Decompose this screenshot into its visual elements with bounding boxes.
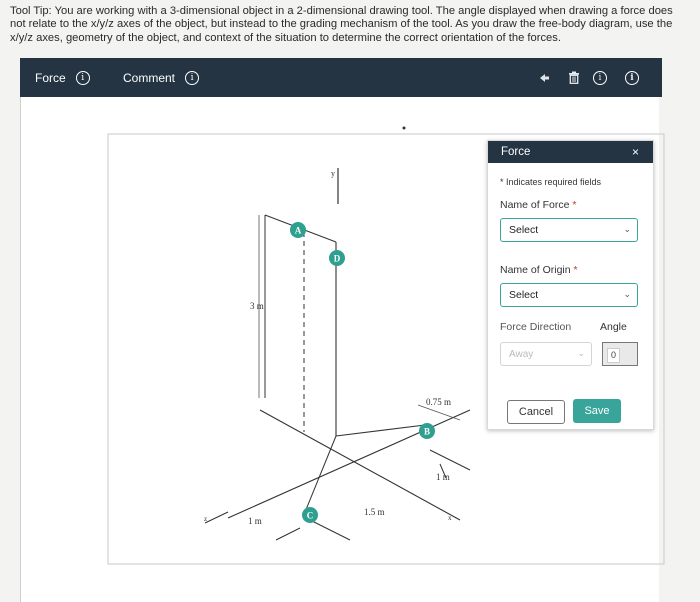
z-axis-label: z [204,515,207,523]
angle-input[interactable]: 0 [602,342,638,366]
dim-3m: 3 m [250,301,264,311]
point-b-marker[interactable]: B [419,423,435,439]
chevron-down-icon: ⌄ [623,224,631,234]
dim-1m-b: 1 m [436,472,450,482]
name-of-force-label: Name of Force * [500,199,577,211]
force-direction-label: Force Direction [500,321,572,333]
angle-label: Angle [600,321,627,333]
name-of-origin-label: Name of Origin * [500,264,578,276]
name-of-force-select[interactable]: Select ⌄ [500,218,638,242]
chevron-down-icon: ⌄ [623,289,631,299]
dim-1-5m: 1.5 m [364,507,385,517]
dim-0-75m: 0.75 m [426,397,451,407]
point-a-marker[interactable]: A [290,222,306,238]
force-panel-header: Force × [488,141,653,163]
required-note: * Indicates required fields [500,177,602,187]
angle-value: 0 [607,348,620,363]
point-b-label: B [424,427,430,437]
cancel-button[interactable]: Cancel [507,400,565,424]
point-d-label: D [334,254,341,264]
name-of-force-value: Select [509,224,539,236]
point-c-label: C [307,511,314,521]
name-of-origin-value: Select [509,289,539,301]
force-direction-value: Away [509,348,534,360]
close-icon[interactable]: × [632,145,639,159]
point-c-marker[interactable]: C [302,507,318,523]
point-d-marker[interactable]: D [329,250,345,266]
y-axis-label: y [331,169,335,178]
save-button[interactable]: Save [573,399,621,423]
force-direction-select[interactable]: Away ⌄ [500,342,592,366]
dim-1m-c: 1 m [248,516,262,526]
x-axis-label: x [448,514,452,522]
force-panel-title: Force [501,146,531,158]
name-of-origin-select[interactable]: Select ⌄ [500,283,638,307]
point-a-label: A [295,226,302,236]
force-panel: Force × * Indicates required fields Name… [487,140,654,430]
chevron-down-icon: ⌄ [577,348,585,358]
